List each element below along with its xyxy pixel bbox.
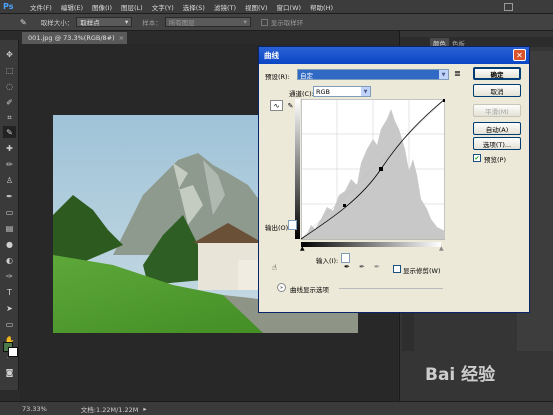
curves-dialog: 曲线 ✕ 预设(R): 自定 ▼ ≣ 确定 取消 平滑(M) 自动(A) 选项(T…	[258, 46, 530, 313]
preview-checkbox[interactable]: ✔	[473, 154, 481, 162]
sample-size-select[interactable]: 取样点 ▾	[76, 17, 133, 27]
menu-file[interactable]: 文件(F)	[30, 2, 52, 12]
quick-select-tool-icon[interactable]: ✐	[3, 96, 16, 108]
cancel-button[interactable]: 取消	[473, 84, 521, 97]
sample-size-label: 取样大小：	[40, 19, 74, 27]
tools-panel: ✥ ⬚ ◌ ✐ ⌗ ✎ ✚ ✏ ♙ ✒ ▭ ▤ ● ◐ ✑ T ➤ ▭ ✋ ⌕ …	[0, 40, 19, 390]
black-eyedropper-icon[interactable]: ✒	[344, 263, 350, 271]
path-select-icon[interactable]: ➤	[3, 302, 16, 314]
gradient-tool-icon[interactable]: ▤	[3, 222, 16, 234]
preset-select[interactable]: 自定 ▼	[297, 69, 449, 80]
show-ring-checkbox[interactable]	[260, 18, 268, 26]
smooth-button[interactable]: 平滑(M)	[473, 104, 521, 117]
lasso-tool-icon[interactable]: ◌	[3, 80, 16, 92]
status-bar: 73.33% 文档:1.22M/1.22M ▸	[0, 401, 553, 415]
menu-select[interactable]: 选择(S)	[183, 2, 205, 12]
expand-options-icon[interactable]: »	[277, 283, 286, 292]
preset-menu-icon[interactable]: ≣	[454, 69, 461, 78]
move-tool-icon[interactable]: ✥	[3, 48, 16, 60]
show-ring-label: 显示取样环	[270, 19, 304, 27]
menu-bar: Ps 文件(F) 编辑(E) 图像(I) 图层(L) 文字(Y) 选择(S) 滤…	[0, 0, 553, 14]
background-color-swatch[interactable]	[8, 347, 18, 357]
output-field[interactable]	[288, 220, 297, 230]
status-arrow-icon[interactable]: ▸	[143, 405, 146, 413]
input-field[interactable]	[341, 253, 350, 263]
menu-type[interactable]: 文字(Y)	[152, 2, 174, 12]
blur-tool-icon[interactable]: ●	[3, 238, 16, 250]
menu-help[interactable]: 帮助(H)	[310, 2, 333, 12]
close-icon[interactable]: ✕	[513, 49, 526, 61]
channel-label: 通道(C):	[289, 90, 314, 98]
minimize-icon[interactable]	[504, 3, 513, 11]
input-gradient-bar	[301, 242, 441, 247]
doc-size: 文档:1.22M/1.22M	[80, 405, 139, 414]
show-clipping-label: 显示修剪(W)	[403, 267, 441, 275]
ps-logo: Ps	[3, 2, 14, 11]
eyedropper-icon[interactable]: ✎	[20, 18, 27, 27]
stamp-tool-icon[interactable]: ♙	[3, 174, 16, 186]
pen-tool-icon[interactable]: ✑	[3, 270, 16, 282]
gray-eyedropper-icon[interactable]: ✒	[359, 263, 365, 271]
black-point-slider[interactable]: ▲	[300, 245, 305, 252]
menu-image[interactable]: 图像(I)	[92, 2, 112, 12]
sample-select[interactable]: 所有图层 ▾	[164, 17, 251, 27]
menu-edit[interactable]: 编辑(E)	[61, 2, 83, 12]
curves-graph[interactable]	[300, 98, 446, 245]
brush-tool-icon[interactable]: ✏	[3, 158, 16, 170]
menu-view[interactable]: 视图(V)	[245, 2, 268, 12]
shape-tool-icon[interactable]: ▭	[3, 318, 16, 330]
output-label: 输出(O):	[265, 224, 291, 232]
type-tool-icon[interactable]: T	[3, 286, 16, 298]
menu-layer[interactable]: 图层(L)	[121, 2, 143, 12]
white-eyedropper-icon[interactable]: ✒	[374, 263, 380, 271]
quick-mask-icon[interactable]: ◙	[3, 366, 16, 378]
show-clipping-checkbox[interactable]	[393, 265, 401, 273]
zoom-level: 73.33%	[22, 404, 47, 413]
preset-label: 预设(R):	[265, 73, 290, 81]
menu-filter[interactable]: 滤镜(T)	[214, 2, 236, 12]
auto-button[interactable]: 自动(A)	[473, 122, 521, 135]
preview-label: 预览(P)	[484, 156, 506, 164]
watermark: Bai 经验	[425, 365, 496, 385]
crop-tool-icon[interactable]: ⌗	[3, 112, 16, 124]
output-gradient-bar	[295, 99, 300, 239]
dialog-titlebar[interactable]: 曲线 ✕	[259, 47, 529, 64]
input-label: 输入(I):	[316, 257, 339, 265]
healing-tool-icon[interactable]: ✚	[3, 142, 16, 154]
options-button[interactable]: 选项(T)...	[473, 137, 521, 150]
white-point-slider[interactable]: ▲	[439, 245, 444, 252]
divider	[339, 288, 443, 289]
curve-edit-icon[interactable]: ∿	[270, 100, 283, 111]
menu-window[interactable]: 窗口(W)	[277, 2, 302, 12]
close-tab-icon[interactable]: ×	[119, 34, 124, 42]
eyedropper-tool-icon[interactable]: ✎	[3, 126, 16, 138]
options-bar: ✎ 取样大小： 取样点 ▾ 样本： 所有图层 ▾ 显示取样环	[0, 14, 553, 31]
dialog-title: 曲线	[264, 51, 279, 60]
ok-button[interactable]: 确定	[473, 67, 521, 80]
sample-label: 样本：	[142, 19, 162, 27]
marquee-tool-icon[interactable]: ⬚	[3, 64, 16, 76]
document-tab[interactable]: 001.jpg @ 73.3%(RGB/8#) ×	[22, 32, 127, 44]
dodge-tool-icon[interactable]: ◐	[3, 254, 16, 266]
eraser-tool-icon[interactable]: ▭	[3, 206, 16, 218]
history-brush-icon[interactable]: ✒	[3, 190, 16, 202]
on-image-adjust-icon[interactable]: ☝	[272, 263, 277, 272]
curve-options-label: 曲线显示选项	[290, 286, 329, 294]
channel-select[interactable]: RGB ▼	[313, 86, 371, 97]
